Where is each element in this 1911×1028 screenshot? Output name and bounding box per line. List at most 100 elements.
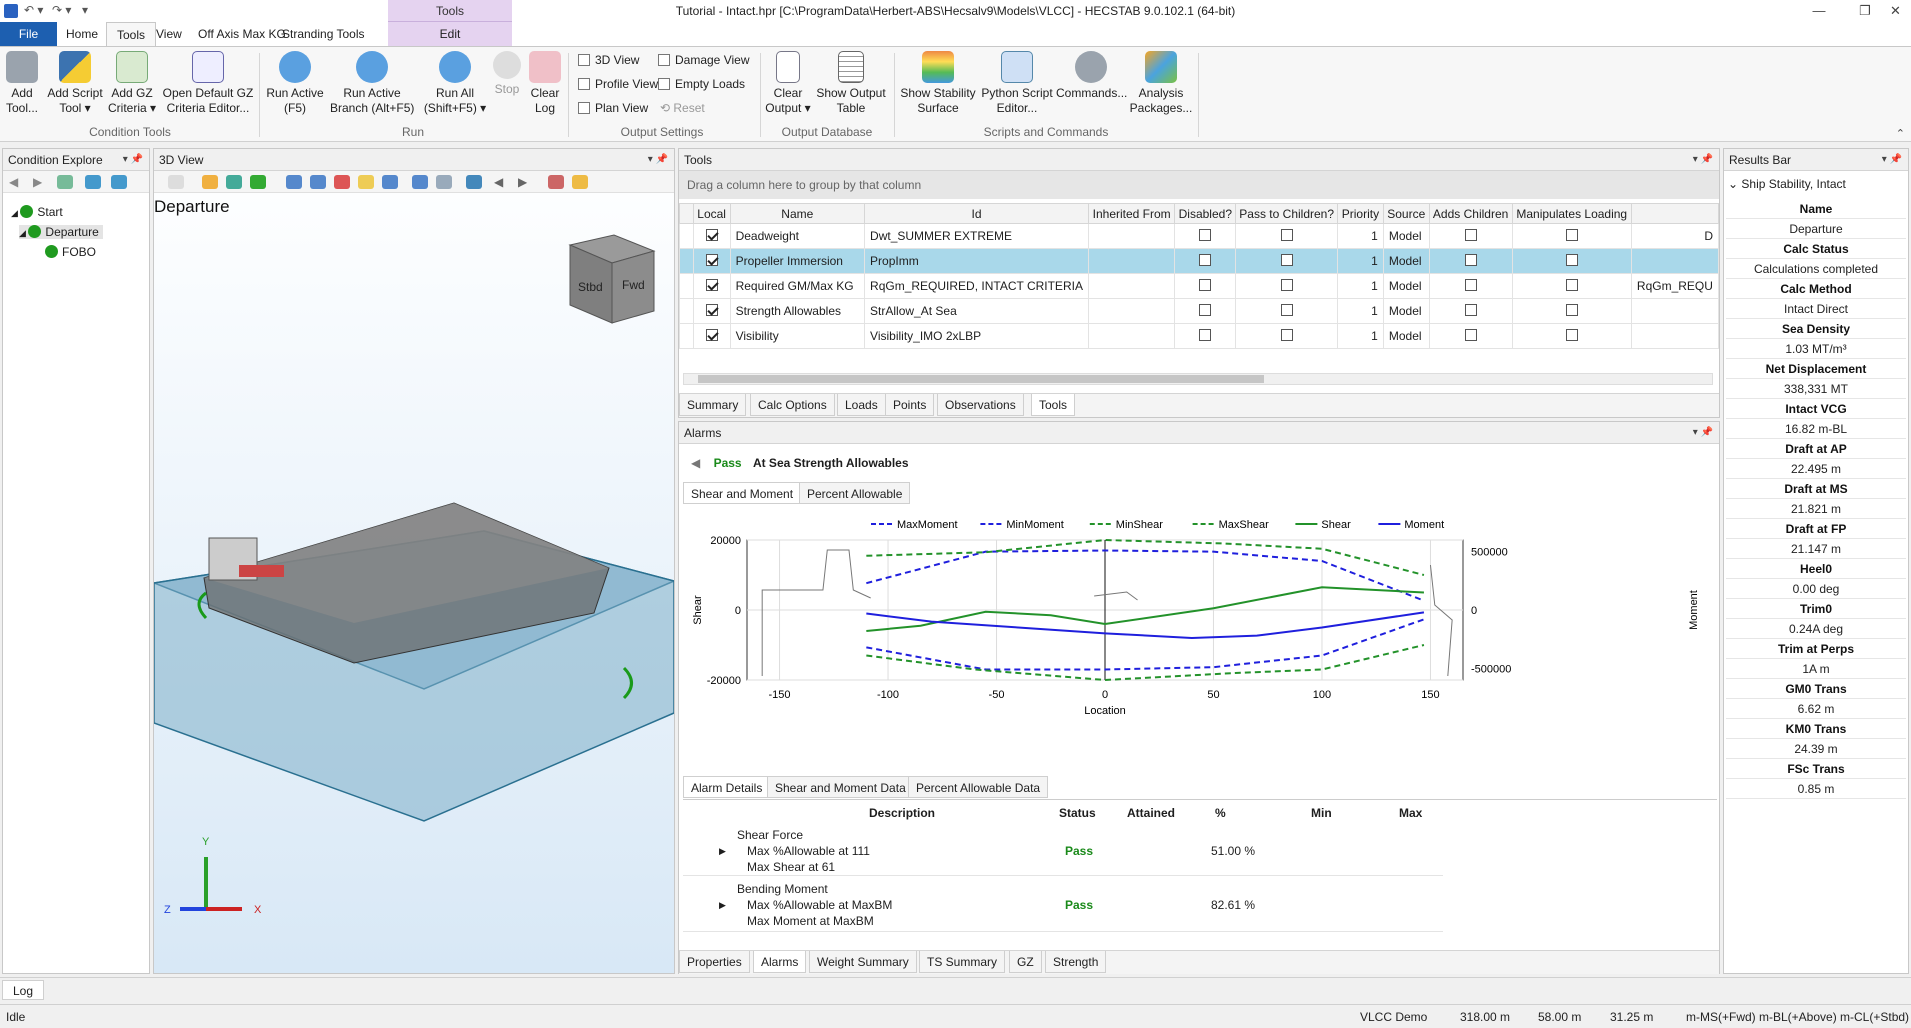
col-name[interactable]: Name [729, 203, 866, 224]
adds-children-cell[interactable] [1428, 223, 1513, 249]
view3d-canvas[interactable]: Departure Stbd Fwd Y X Z [154, 193, 674, 973]
tree-item-fobo[interactable]: FOBO [45, 245, 96, 259]
disabled-checkbox[interactable] [1199, 303, 1212, 316]
pass-cell[interactable] [1235, 273, 1339, 299]
refresh-icon[interactable] [250, 175, 266, 189]
quick-access-menu-icon[interactable]: ▾ [82, 3, 88, 17]
tab-percent-allowable[interactable]: Percent Allowable [799, 482, 911, 504]
col-local[interactable]: Local [692, 203, 731, 224]
run-active-button[interactable]: Run Active (F5) [264, 51, 326, 116]
row-indicator[interactable] [679, 248, 694, 274]
tab-weight-summary[interactable]: Weight Summary [809, 951, 917, 973]
local-cell[interactable] [692, 248, 731, 274]
tab-stranding-tools[interactable]: Stranding Tools [272, 22, 375, 46]
disabled-checkbox[interactable] [1199, 328, 1212, 341]
manipulates-checkbox[interactable] [1565, 253, 1578, 266]
pass-cell[interactable] [1235, 298, 1339, 324]
row-indicator[interactable] [679, 298, 694, 324]
disabled-cell[interactable] [1174, 248, 1237, 274]
disabled-checkbox[interactable] [1199, 228, 1212, 241]
option-profile-view[interactable]: Profile View [578, 77, 658, 91]
expand-row-icon[interactable]: ▶ [719, 900, 726, 911]
python-script-editor-button[interactable]: Python Script Editor... [980, 51, 1054, 116]
tab-view[interactable]: View [146, 22, 192, 46]
col-adds-children[interactable]: Adds Children [1428, 203, 1513, 224]
local-checkbox[interactable] [705, 228, 718, 241]
collapse-ribbon-icon[interactable]: ⌃ [1896, 127, 1905, 140]
adds-children-checkbox[interactable] [1464, 303, 1477, 316]
tab-gz[interactable]: GZ [1009, 951, 1042, 973]
manipulates-checkbox[interactable] [1565, 278, 1578, 291]
tab-alarm-details[interactable]: Alarm Details [683, 776, 771, 798]
waterline-icon[interactable] [466, 175, 482, 189]
select-icon[interactable] [168, 175, 184, 189]
measure-icon[interactable] [548, 175, 564, 189]
zoom-window-icon[interactable] [286, 175, 302, 189]
row-indicator[interactable] [679, 223, 694, 249]
next-icon[interactable]: ▶ [518, 175, 534, 189]
table-row[interactable]: Deadweight Dwt_SUMMER EXTREME 1 Model D [679, 223, 1719, 249]
expand-icon[interactable] [85, 175, 101, 189]
checkbox-3d-view[interactable] [578, 54, 590, 66]
adds-children-cell[interactable] [1428, 273, 1513, 299]
tab-loads[interactable]: Loads [837, 394, 886, 416]
adds-children-checkbox[interactable] [1464, 228, 1477, 241]
pass-cell[interactable] [1235, 223, 1339, 249]
tab-points[interactable]: Points [885, 394, 935, 416]
group-by-hint[interactable]: Drag a column here to group by that colu… [679, 171, 1719, 199]
add-condition-icon[interactable] [57, 175, 73, 189]
row-indicator[interactable] [679, 273, 694, 299]
adds-children-cell[interactable] [1428, 323, 1513, 349]
col-disabled[interactable]: Disabled? [1174, 203, 1237, 224]
tab-tools-active[interactable]: Tools [1031, 394, 1076, 416]
minimize-button[interactable]: — [1796, 0, 1842, 22]
pass-checkbox[interactable] [1280, 278, 1293, 291]
redo-icon[interactable]: ↷ ▾ [52, 3, 71, 17]
zoom-out-icon[interactable] [382, 175, 398, 189]
table-row[interactable]: Propeller Immersion PropImm 1 Model [679, 248, 1719, 274]
tab-strength[interactable]: Strength [1045, 951, 1107, 973]
tree-toggle-icon[interactable]: ◢ [19, 228, 28, 238]
col-pass-to-children[interactable]: Pass to Children? [1235, 203, 1339, 224]
table-row[interactable]: Strength Allowables StrAllow_At Sea 1 Model [679, 298, 1719, 324]
pin-icon[interactable]: ▾ 📌 [1693, 422, 1713, 444]
col-source[interactable]: Source [1382, 203, 1430, 224]
manipulates-cell[interactable] [1511, 223, 1632, 249]
back-arrow-icon[interactable]: ◀ [691, 456, 704, 470]
option-3d-view[interactable]: 3D View [578, 53, 639, 67]
col-inherited-from[interactable]: Inherited From [1087, 203, 1176, 224]
detail-row-bending[interactable]: ▶ Bending Moment Max %Allowable at MaxBM… [683, 878, 1443, 932]
adds-children-checkbox[interactable] [1464, 278, 1477, 291]
undo-view-icon[interactable] [436, 175, 452, 189]
disabled-checkbox[interactable] [1199, 253, 1212, 266]
stop-button[interactable]: Stop [492, 51, 522, 97]
manipulates-cell[interactable] [1511, 323, 1632, 349]
zoom-fit-icon[interactable] [358, 175, 374, 189]
shear-moment-chart[interactable]: -150 -100 -50 0 50 100 150 -20000 0 20000 -500000 0… [681, 504, 1717, 724]
pin-icon[interactable]: ▾ 📌 [123, 149, 143, 171]
pin-icon[interactable]: ▾ 📌 [648, 149, 668, 171]
zoom-icon[interactable] [412, 175, 428, 189]
option-plan-view[interactable]: Plan View [578, 101, 648, 115]
checkbox-damage-view[interactable] [658, 54, 670, 66]
zoom-in-icon[interactable] [310, 175, 326, 189]
tab-percent-allowable-data[interactable]: Percent Allowable Data [908, 776, 1049, 798]
local-checkbox[interactable] [705, 278, 718, 291]
adds-children-checkbox[interactable] [1464, 328, 1477, 341]
collapse-circle-icon[interactable]: ⌄ [1728, 177, 1741, 191]
tree-item-departure[interactable]: ◢ Departure [19, 225, 103, 239]
forward-icon[interactable]: ▶ [33, 175, 49, 189]
prev-icon[interactable]: ◀ [494, 175, 510, 189]
pass-checkbox[interactable] [1280, 303, 1293, 316]
tab-file[interactable]: File [0, 22, 57, 46]
manipulates-cell[interactable] [1511, 298, 1632, 324]
pin-icon[interactable]: ▾ 📌 [1882, 149, 1902, 171]
disabled-cell[interactable] [1174, 298, 1237, 324]
tab-summary[interactable]: Summary [679, 394, 747, 416]
col-manipulates-loading[interactable]: Manipulates Loading [1511, 203, 1632, 224]
manipulates-checkbox[interactable] [1565, 328, 1578, 341]
collapse-icon[interactable] [111, 175, 127, 189]
tab-home[interactable]: Home [56, 22, 108, 46]
run-active-branch-button[interactable]: Run Active Branch (Alt+F5) [330, 51, 414, 116]
tab-alarms[interactable]: Alarms [753, 951, 807, 973]
